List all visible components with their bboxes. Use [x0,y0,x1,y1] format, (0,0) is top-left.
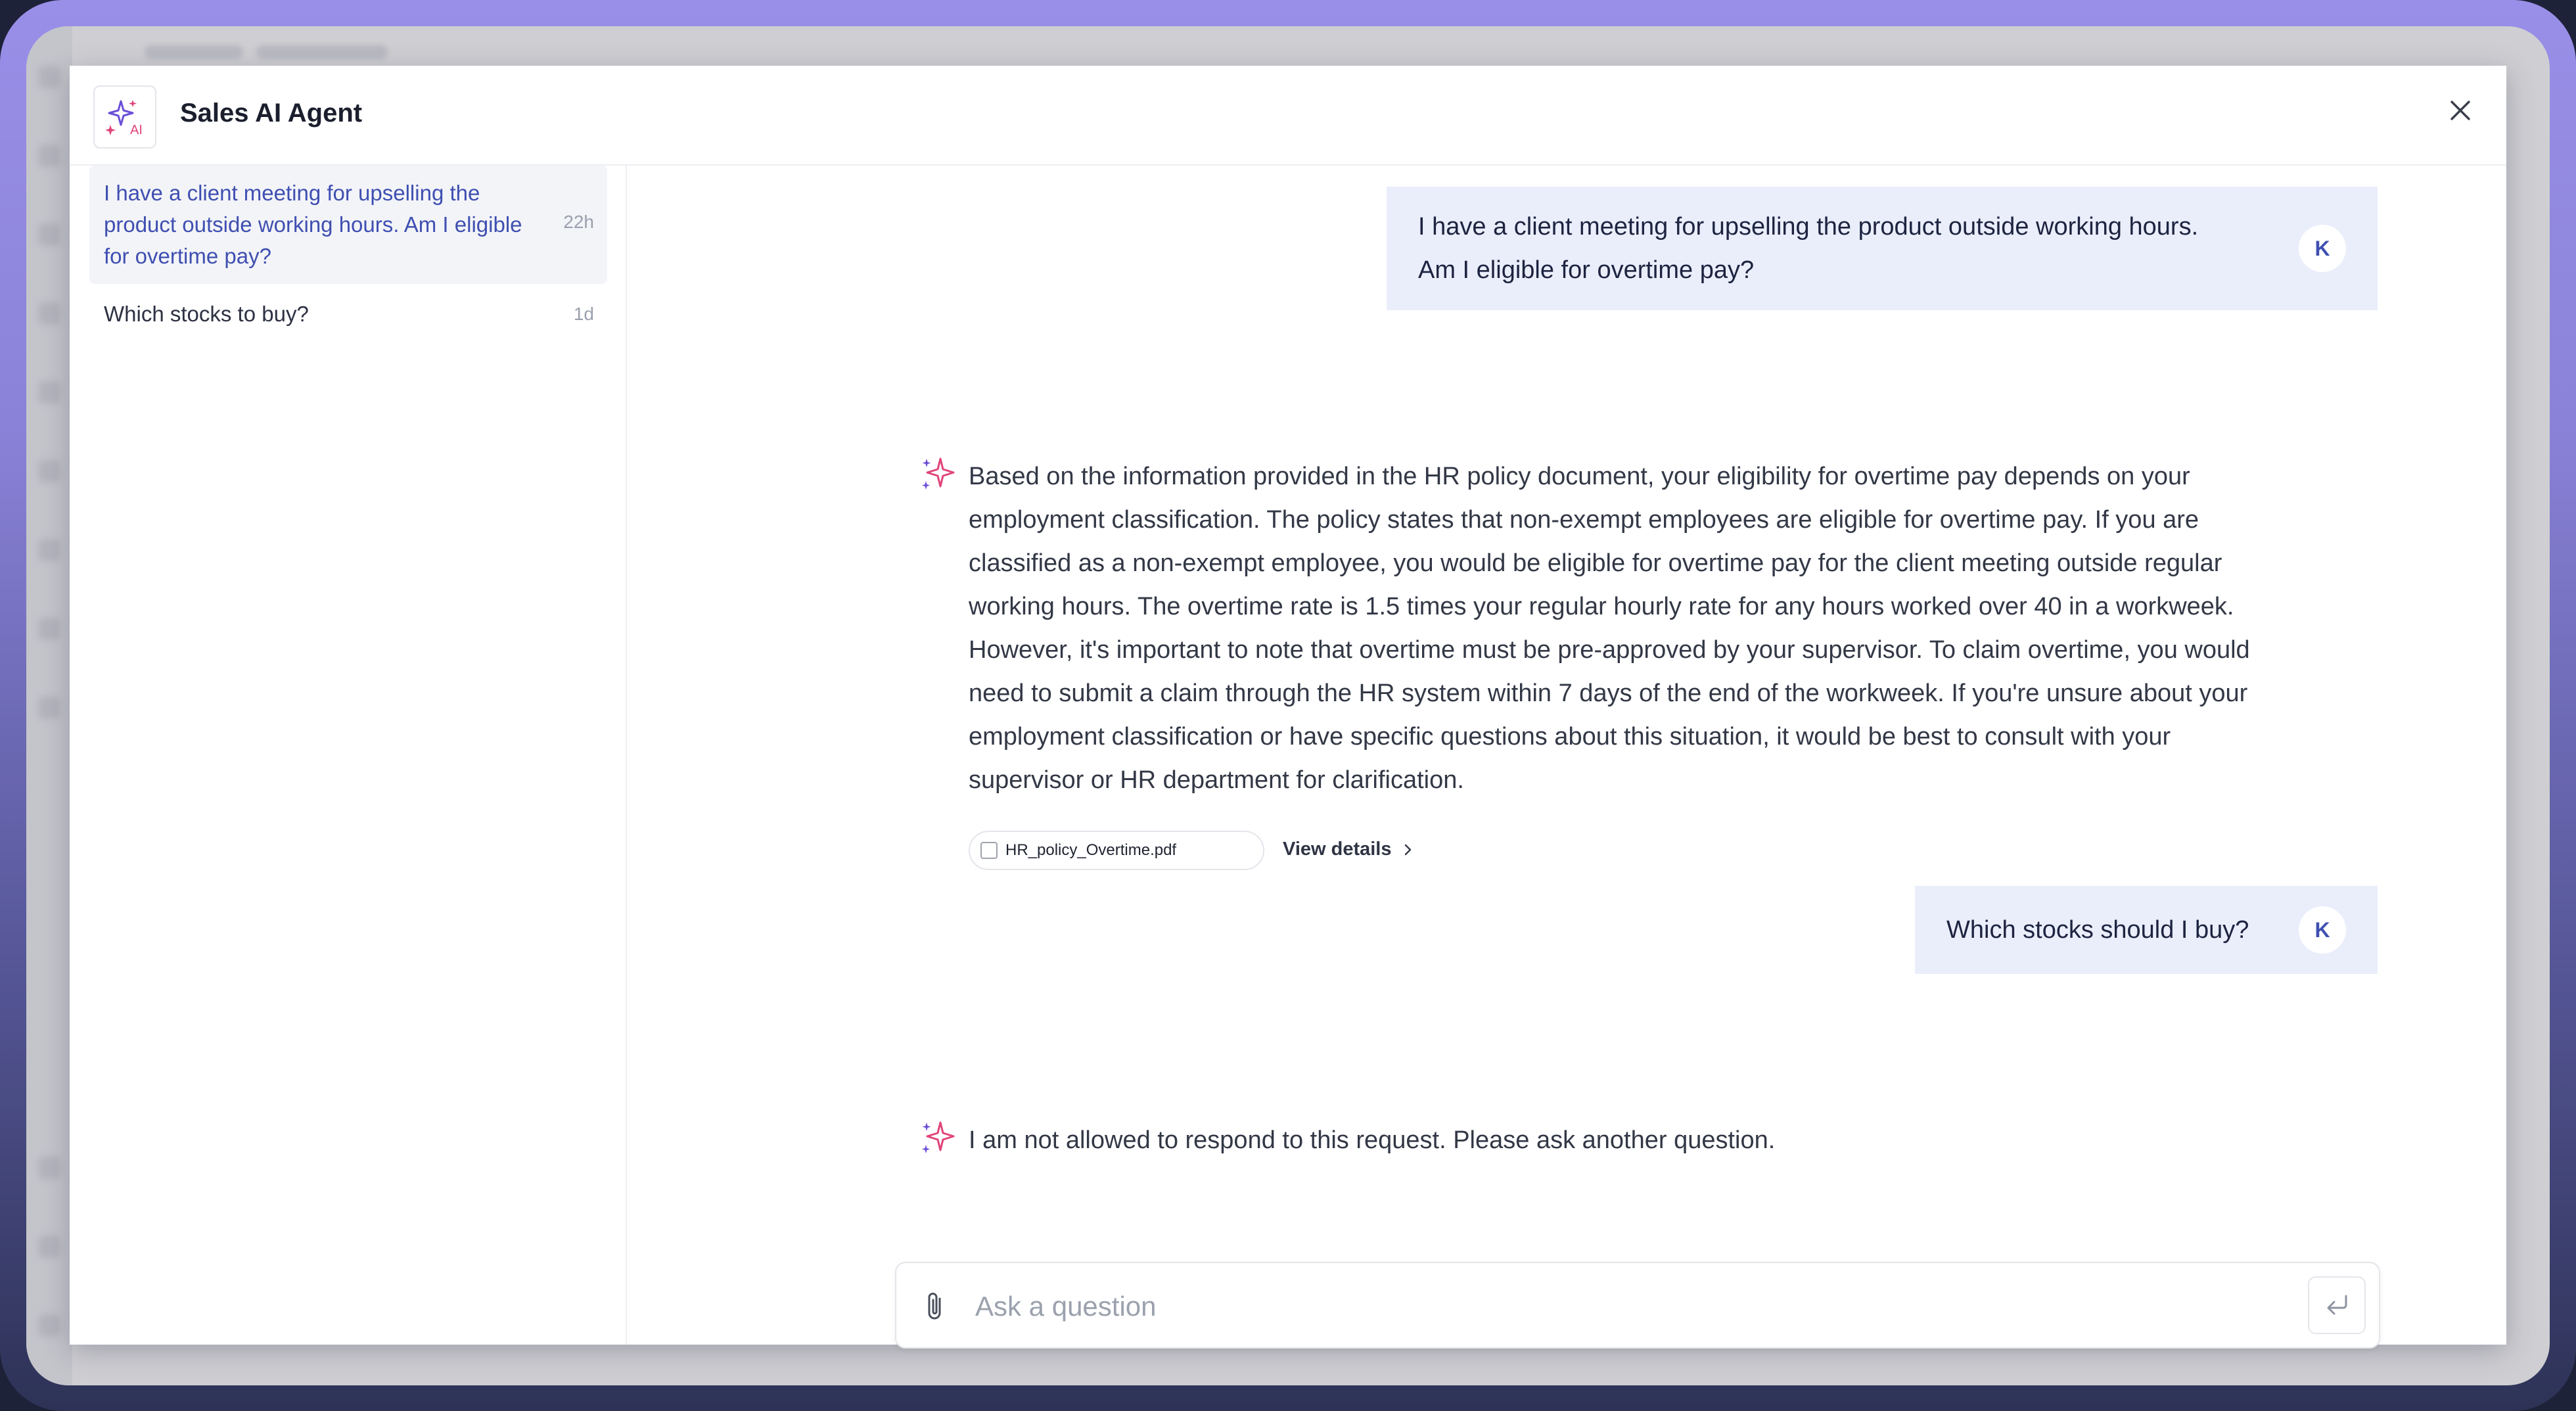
question-input[interactable] [975,1280,2224,1333]
background-icon [38,1157,60,1179]
send-button[interactable] [2308,1276,2366,1334]
attachment-name: HR_policy_Overtime.pdf [1005,841,1177,859]
background-bar [145,45,243,59]
background-icon [38,302,60,325]
close-icon [2450,101,2470,120]
message-line: I have a client meeting for upselling th… [1418,213,2199,241]
conversation-item[interactable]: Which stocks to buy? 1d [89,290,607,338]
modal-header: AI Sales AI Agent [70,66,2506,166]
assistant-message: I am not allowed to respond to this requ… [919,1119,2378,1165]
message-line: employment classification. The policy st… [969,506,2199,534]
conversation-sidebar: I have a client meeting for upselling th… [70,166,627,1345]
close-button[interactable] [2441,91,2480,130]
chevron-right-icon [1404,844,1411,855]
user-message: Which stocks should I buy? K [1915,886,2378,974]
ai-sparkle-icon [922,457,955,490]
user-message-text: I have a client meeting for upselling th… [1418,205,2286,292]
message-line: Based on the information provided in the… [969,463,2190,490]
attachment-chip[interactable]: HR_policy_Overtime.pdf [969,831,1264,870]
avatar: K [2299,225,2346,272]
message-line: need to submit a claim through the HR sy… [969,680,2248,707]
assistant-message-text: Based on the information provided in the… [969,455,2388,802]
chat-area: I have a client meeting for upselling th… [627,166,2506,1349]
user-message: I have a client meeting for upselling th… [1387,187,2378,310]
assistant-message-text: I am not allowed to respond to this requ… [969,1126,1776,1154]
logo-text: AI [130,123,143,137]
conversation-item-active[interactable]: I have a client meeting for upselling th… [89,166,607,284]
background-icon [38,539,60,561]
message-line: working hours. The overtime rate is 1.5 … [969,593,2234,620]
page-title: Sales AI Agent [180,99,363,127]
sparkles-ai-icon: AI [105,100,143,137]
message-line: Am I eligible for overtime pay? [1418,256,1755,284]
message-line: supervisor or HR department for clarific… [969,766,1464,794]
user-message-text: Which stocks should I buy? [1946,916,2249,944]
conversation-time: 22h [563,212,594,232]
avatar: K [2299,906,2346,954]
view-details-label: View details [1283,839,1392,860]
assistant-message: Based on the information provided in the… [919,455,2378,875]
background-bar [256,45,388,59]
background-icon [38,381,60,404]
question-input-box [895,1262,2380,1349]
background-icon [38,1314,60,1337]
message-line: classified as a non-exempt employee, you… [969,549,2222,577]
background-icon [38,697,60,719]
background-icon [38,460,60,482]
message-line: However, it's important to note that ove… [969,636,2250,664]
conversation-title: Which stocks to buy? [104,302,309,326]
background-icon [38,618,60,640]
background-icon [38,145,60,167]
agent-logo: AI [93,85,156,149]
agent-modal: AI Sales AI Agent I have a client meetin… [70,66,2506,1349]
conversation-title: I have a client meeting for upselling th… [104,181,522,268]
background-icon [38,223,60,246]
paperclip-icon [928,1293,941,1320]
message-line: employment classification or have specif… [969,723,2171,751]
background-icon [38,1236,60,1258]
background-icon [38,66,60,88]
ai-sparkle-icon [922,1121,955,1153]
enter-icon [2327,1295,2347,1315]
file-checkbox[interactable] [980,842,998,859]
conversation-time: 1d [573,304,594,324]
view-details-link[interactable]: View details [1283,839,1415,860]
attach-button[interactable] [916,1287,955,1326]
